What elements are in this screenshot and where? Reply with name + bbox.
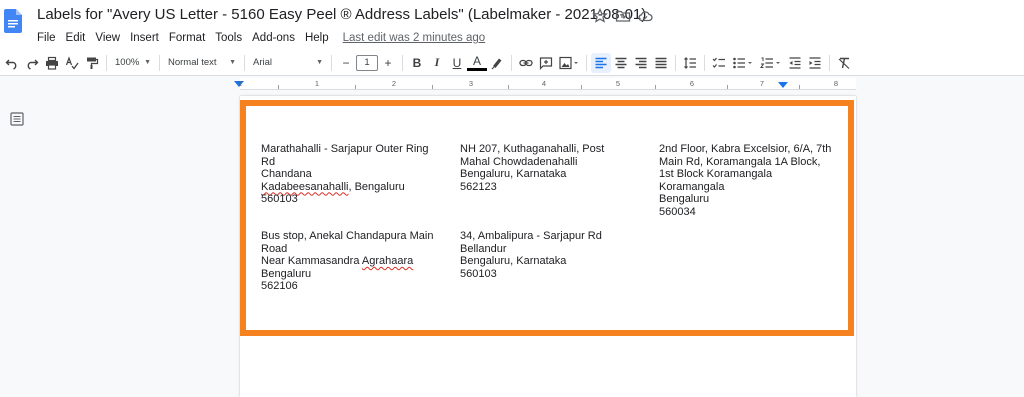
title-bar: Labels for "Avery US Letter - 5160 Easy …	[0, 0, 1024, 50]
menu-add-ons[interactable]: Add-ons	[252, 32, 295, 44]
increase-font-size-button[interactable]: +	[378, 53, 398, 73]
ruler-number: 5	[615, 79, 621, 88]
toolbar-separator	[159, 54, 160, 71]
font-select[interactable]: Arial ▼	[249, 53, 327, 73]
ruler-tick	[508, 85, 509, 89]
style-select[interactable]: Normal text ▼	[164, 53, 240, 73]
toolbar-separator	[511, 54, 512, 71]
decrease-indent-icon[interactable]	[785, 53, 805, 73]
chevron-down-icon: ▼	[144, 59, 151, 66]
ruler-tick	[278, 85, 279, 89]
checklist-icon[interactable]	[709, 53, 729, 73]
align-left-icon[interactable]	[591, 52, 611, 73]
redo-icon[interactable]	[22, 53, 42, 73]
chevron-down-icon: ▼	[229, 59, 236, 66]
menu-edit[interactable]: Edit	[66, 32, 86, 44]
italic-button[interactable]: I	[427, 55, 447, 70]
menu-file[interactable]: File	[37, 32, 56, 44]
toolbar-separator	[106, 54, 107, 71]
bold-button[interactable]: B	[407, 56, 427, 70]
underline-button[interactable]: U	[447, 56, 467, 70]
numbered-list-icon[interactable]	[757, 53, 785, 73]
line-spacing-icon[interactable]	[680, 53, 700, 73]
last-edit-link[interactable]: Last edit was 2 minutes ago	[343, 32, 486, 44]
ruler-tick	[355, 85, 356, 89]
highlight-frame	[240, 100, 854, 336]
document-title[interactable]: Labels for "Avery US Letter - 5160 Easy …	[37, 6, 646, 23]
toolbar: 100% ▼ Normal text ▼ Arial ▼ − 1 + B I U A	[0, 50, 1024, 76]
insert-link-icon[interactable]	[516, 53, 536, 73]
ruler-number: 3	[468, 79, 474, 88]
right-indent-marker[interactable]	[778, 82, 788, 88]
docs-logo-icon[interactable]	[4, 9, 22, 33]
ruler-tick	[799, 85, 800, 89]
toolbar-separator	[704, 54, 705, 71]
star-icon[interactable]	[592, 8, 608, 24]
highlight-color-icon[interactable]	[487, 53, 507, 73]
ruler-area: 1 1 2 3 4 5 6 7 8	[0, 77, 1024, 91]
align-center-icon[interactable]	[611, 53, 631, 73]
font-value: Arial	[253, 57, 273, 68]
document-outline-icon[interactable]	[10, 112, 24, 126]
bulleted-list-icon[interactable]	[729, 53, 757, 73]
ruler-tick	[581, 85, 582, 89]
ruler-number: 2	[391, 79, 397, 88]
ruler-number: 1	[237, 79, 243, 88]
justify-icon[interactable]	[651, 53, 671, 73]
align-right-icon[interactable]	[631, 53, 651, 73]
zoom-value: 100%	[115, 57, 140, 68]
decrease-font-size-button[interactable]: −	[336, 53, 356, 73]
toolbar-separator	[829, 54, 830, 71]
menu-bar: File Edit View Insert Format Tools Add-o…	[37, 30, 485, 46]
spellcheck-icon[interactable]	[62, 53, 82, 73]
docs-app: Labels for "Avery US Letter - 5160 Easy …	[0, 0, 1024, 397]
menu-format[interactable]: Format	[169, 32, 205, 44]
style-value: Normal text	[168, 57, 217, 68]
clear-formatting-icon[interactable]	[834, 53, 854, 73]
print-icon[interactable]	[42, 53, 62, 73]
chevron-down-icon: ▼	[316, 59, 323, 66]
text-color-button[interactable]: A	[467, 54, 487, 71]
increase-indent-icon[interactable]	[805, 53, 825, 73]
ruler-number: 4	[541, 79, 547, 88]
menu-help[interactable]: Help	[305, 32, 329, 44]
ruler-tick	[655, 85, 656, 89]
paint-format-icon[interactable]	[82, 53, 102, 73]
horizontal-ruler[interactable]: 1 1 2 3 4 5 6 7 8	[234, 78, 856, 90]
cloud-saved-icon[interactable]	[637, 8, 653, 24]
ruler-number: 8	[833, 79, 839, 88]
undo-icon[interactable]	[2, 53, 22, 73]
zoom-select[interactable]: 100% ▼	[111, 53, 155, 73]
toolbar-separator	[244, 54, 245, 71]
move-to-folder-icon[interactable]	[615, 8, 631, 24]
ruler-number: 6	[689, 79, 695, 88]
ruler-number: 7	[759, 79, 765, 88]
ruler-tick	[432, 85, 433, 89]
toolbar-separator	[402, 54, 403, 71]
menu-view[interactable]: View	[95, 32, 120, 44]
ruler-number: 1	[314, 79, 320, 88]
toolbar-separator	[331, 54, 332, 71]
toolbar-separator	[586, 54, 587, 71]
insert-comment-icon[interactable]	[536, 53, 556, 73]
menu-tools[interactable]: Tools	[215, 32, 242, 44]
toolbar-separator	[675, 54, 676, 71]
insert-image-icon[interactable]	[556, 53, 582, 73]
menu-insert[interactable]: Insert	[130, 32, 159, 44]
ruler-tick	[727, 85, 728, 89]
font-size-input[interactable]: 1	[356, 54, 378, 71]
